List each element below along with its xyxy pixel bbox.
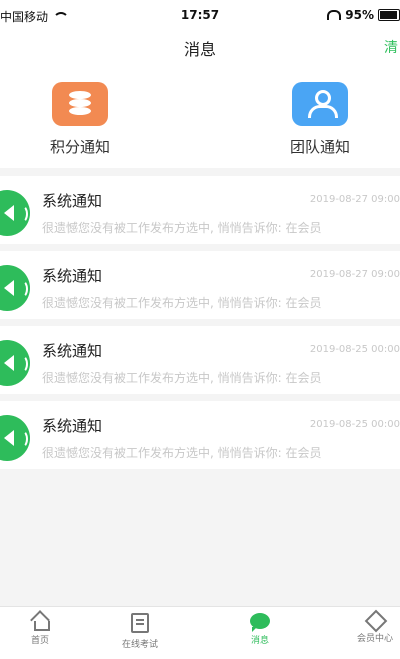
battery-icon (378, 9, 400, 21)
message-title: 系统通知 (42, 192, 103, 210)
headphones-icon (327, 10, 342, 20)
tab-member-center[interactable]: 会员中心 (335, 613, 400, 644)
message-preview: 很遗憾您没有被工作发布方选中, 悄悄告诉你: 在会员 (42, 371, 322, 385)
battery-percent: 95% (345, 8, 374, 22)
speaker-icon (0, 190, 30, 236)
message-icon (250, 613, 270, 632)
tab-home[interactable]: 首页 (0, 613, 80, 646)
message-item[interactable]: 系统通知 2019-08-27 09:00 很遗憾您没有被工作发布方选中, 悄悄… (0, 251, 400, 319)
tab-messages[interactable]: 消息 (220, 613, 300, 646)
category-label-team: 团队通知 (289, 138, 350, 156)
status-bar: 中国移动 17:57 95% (0, 0, 400, 30)
message-time: 2019-08-27 09:00 (309, 269, 400, 280)
message-time: 2019-08-25 00:00 (309, 419, 400, 430)
message-preview: 很遗憾您没有被工作发布方选中, 悄悄告诉你: 在会员 (42, 221, 322, 235)
message-time: 2019-08-25 00:00 (309, 344, 400, 355)
message-time: 2019-08-27 09:00 (309, 194, 400, 205)
nav-bar: 消息 清 (0, 30, 400, 65)
message-title: 系统通知 (42, 417, 103, 435)
tab-label-member: 会员中心 (356, 634, 393, 644)
message-item[interactable]: 系统通知 2019-08-25 00:00 很遗憾您没有被工作发布方选中, 悄悄… (0, 326, 400, 394)
message-preview: 很遗憾您没有被工作发布方选中, 悄悄告诉你: 在会员 (42, 446, 322, 460)
member-icon (365, 613, 385, 627)
page-title: 消息 (183, 40, 216, 59)
message-preview: 很遗憾您没有被工作发布方选中, 悄悄告诉你: 在会员 (42, 296, 322, 310)
tab-label-exam: 在线考试 (121, 640, 158, 650)
message-title: 系统通知 (42, 342, 103, 360)
home-icon (31, 613, 50, 631)
message-title: 系统通知 (42, 267, 103, 285)
message-item[interactable]: 系统通知 2019-08-27 09:00 很遗憾您没有被工作发布方选中, 悄悄… (0, 176, 400, 244)
database-icon (52, 82, 108, 126)
category-points[interactable]: 积分通知 (10, 82, 150, 157)
bottom-tab-bar: 首页 在线考试 消息 会员中心 (0, 606, 400, 659)
message-item[interactable]: 系统通知 2019-08-25 00:00 很遗憾您没有被工作发布方选中, 悄悄… (0, 401, 400, 469)
exam-icon (131, 613, 149, 633)
tab-label-messages: 消息 (250, 636, 269, 646)
speaker-icon (0, 415, 30, 461)
tab-label-home: 首页 (30, 636, 49, 646)
speaker-icon (0, 265, 30, 311)
clear-button[interactable]: 清 (384, 37, 398, 57)
category-label-points: 积分通知 (49, 138, 110, 156)
notification-categories: 积分通知 团队通知 (0, 64, 400, 168)
speaker-icon (0, 340, 30, 386)
team-icon (292, 82, 348, 126)
status-right: 95% (327, 8, 400, 22)
message-list: 系统通知 2019-08-27 09:00 很遗憾您没有被工作发布方选中, 悄悄… (0, 176, 400, 476)
category-team[interactable]: 团队通知 (250, 82, 390, 157)
tab-online-exam[interactable]: 在线考试 (100, 613, 180, 650)
